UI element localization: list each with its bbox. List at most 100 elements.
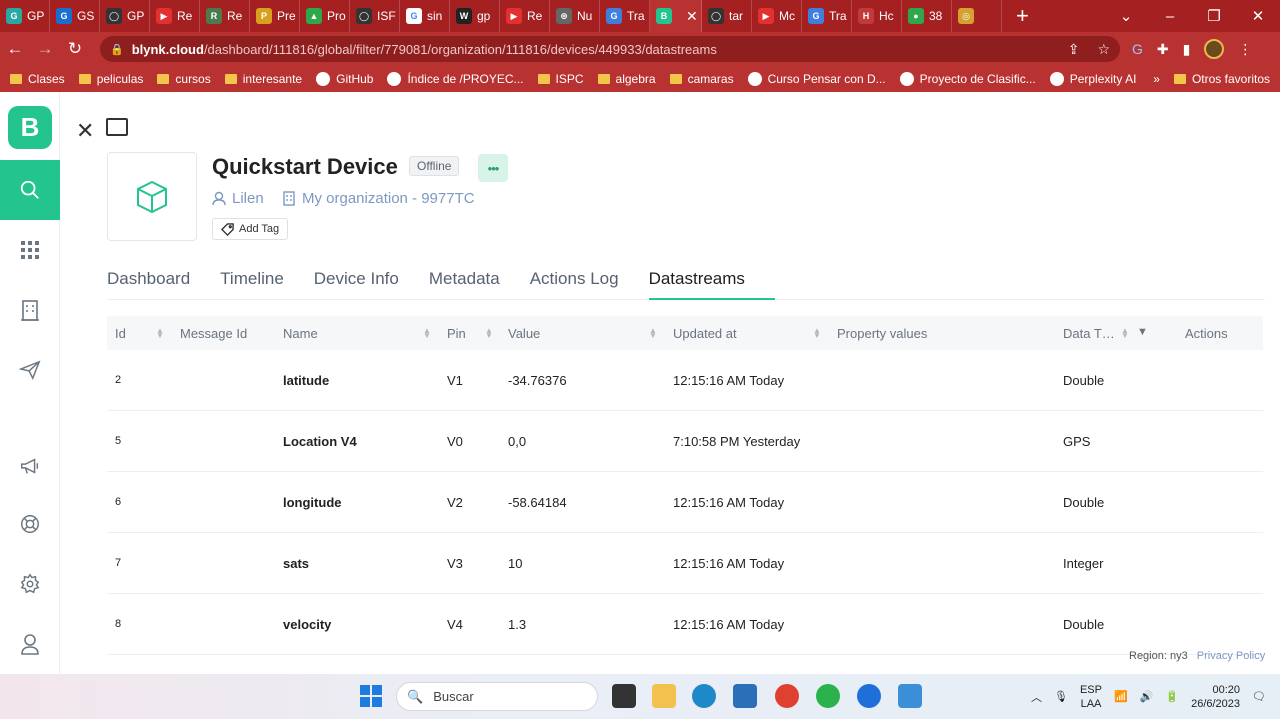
- owner-link[interactable]: Lilen: [212, 190, 264, 207]
- restore-button[interactable]: ❐: [1192, 7, 1236, 25]
- browser-tab[interactable]: ● 38: [902, 0, 952, 32]
- sort-icon[interactable]: ▲ ▼: [156, 327, 164, 340]
- bookmark-item[interactable]: Proyecto de Clasific...: [899, 72, 1036, 86]
- expand-icon[interactable]: [106, 118, 128, 136]
- photos-icon[interactable]: [898, 684, 922, 708]
- tab-search-icon[interactable]: ⌄: [1104, 7, 1148, 25]
- browser-tab[interactable]: B ✕: [650, 0, 702, 32]
- sidebar-item-help[interactable]: [0, 494, 60, 554]
- bookmark-item[interactable]: Clases: [10, 72, 65, 86]
- browser-tab[interactable]: G GS: [50, 0, 100, 32]
- bookmark-item[interactable]: cursos: [157, 72, 211, 86]
- browser-tab[interactable]: Wgp: [450, 0, 500, 32]
- browser-tab[interactable]: ▶ Mc: [752, 0, 802, 32]
- profile-avatar[interactable]: [1204, 39, 1225, 59]
- back-icon[interactable]: ←: [0, 39, 30, 59]
- close-tab-icon[interactable]: ✕: [686, 8, 698, 25]
- browser-tab[interactable]: ◯ ISF: [350, 0, 400, 32]
- more-options-button[interactable]: •••: [478, 154, 508, 182]
- browser-tab[interactable]: Gsin: [400, 0, 450, 32]
- terminal-app-icon[interactable]: [612, 684, 636, 708]
- battery-icon[interactable]: 🔋: [1165, 690, 1179, 703]
- clock[interactable]: 00:20 26/6/2023: [1191, 683, 1240, 711]
- bookmark-item[interactable]: interesante: [224, 72, 302, 86]
- bookmark-star-icon[interactable]: ☆: [1097, 41, 1110, 58]
- browser-tab[interactable]: G GP: [0, 0, 50, 32]
- chrome-icon[interactable]: [775, 684, 799, 708]
- address-bar[interactable]: 🔒 blynk.cloud/dashboard/111816/global/fi…: [100, 36, 1120, 62]
- sort-icon[interactable]: ▲ ▼: [649, 327, 657, 340]
- bookmark-item[interactable]: Índice de /PROYEC...: [387, 72, 524, 86]
- bookmark-item[interactable]: camaras: [669, 72, 734, 86]
- edge-icon[interactable]: [692, 684, 716, 708]
- browser-tab[interactable]: R Re: [200, 0, 250, 32]
- sidebar-item-messages[interactable]: [0, 340, 60, 400]
- browser-tab[interactable]: ◯ GP: [100, 0, 150, 32]
- column-header-message-id[interactable]: Message Id: [180, 326, 247, 341]
- sidebar-item-profile[interactable]: [0, 614, 60, 674]
- tab-metadata[interactable]: Metadata: [429, 264, 530, 299]
- bookmark-item[interactable]: Perplexity AI: [1049, 72, 1136, 86]
- organization-link[interactable]: My organization - 9977TC: [282, 190, 475, 207]
- share-icon[interactable]: ⇪: [1068, 41, 1080, 58]
- filter-icon[interactable]: ▼: [1137, 326, 1148, 338]
- puzzle-icon[interactable]: ✚: [1157, 41, 1169, 58]
- bookmark-item[interactable]: peliculas: [78, 72, 143, 86]
- close-window-button[interactable]: ✕: [1236, 7, 1280, 25]
- sidebar-item-announcements[interactable]: [0, 436, 60, 496]
- chevron-up-icon[interactable]: ︿: [1031, 689, 1042, 705]
- volume-icon[interactable]: 🔊: [1140, 690, 1154, 703]
- file-explorer-icon[interactable]: [652, 684, 676, 708]
- bluetooth-icon[interactable]: [857, 684, 881, 708]
- privacy-policy-link[interactable]: Privacy Policy: [1197, 650, 1265, 662]
- sort-icon[interactable]: ▲ ▼: [485, 327, 493, 340]
- sort-icon[interactable]: ▲ ▼: [813, 327, 821, 340]
- side-panel-icon[interactable]: ▮: [1183, 41, 1191, 58]
- column-header-pin[interactable]: Pin: [447, 326, 466, 341]
- column-header-property-values[interactable]: Property values: [837, 326, 927, 341]
- whatsapp-icon[interactable]: [816, 684, 840, 708]
- blynk-logo[interactable]: B: [8, 106, 52, 149]
- sort-icon[interactable]: ▲ ▼: [1121, 327, 1129, 340]
- column-header-id[interactable]: Id: [115, 326, 126, 341]
- notifications-icon[interactable]: 🗨: [1252, 690, 1266, 703]
- bookmark-item[interactable]: algebra: [597, 72, 656, 86]
- tab-datastreams[interactable]: Datastreams: [648, 264, 775, 300]
- forward-icon[interactable]: →: [30, 39, 60, 59]
- bookmark-item[interactable]: GitHub: [316, 72, 373, 86]
- add-tag-button[interactable]: Add Tag: [212, 218, 289, 240]
- taskbar-search[interactable]: 🔍 Buscar: [396, 682, 598, 711]
- bookmark-item[interactable]: ISPC: [537, 72, 584, 86]
- tab-device-info[interactable]: Device Info: [314, 264, 429, 299]
- tab-actions-log[interactable]: Actions Log: [530, 264, 649, 299]
- column-header-name[interactable]: Name: [283, 326, 318, 341]
- browser-tab[interactable]: P Pre: [250, 0, 300, 32]
- lock-icon[interactable]: 🔒: [110, 43, 124, 56]
- other-bookmarks[interactable]: Otros favoritos: [1173, 72, 1270, 86]
- browser-tab[interactable]: H Hc: [852, 0, 902, 32]
- microphone-icon[interactable]: 🎙: [1054, 690, 1068, 703]
- browser-tab[interactable]: ▶ Re: [500, 0, 550, 32]
- sort-icon[interactable]: ▲ ▼: [423, 327, 431, 340]
- sidebar-item-devices[interactable]: [0, 220, 60, 280]
- wifi-icon[interactable]: 📶: [1114, 690, 1128, 703]
- menu-kebab-icon[interactable]: ⋮: [1238, 41, 1252, 58]
- browser-tab[interactable]: G Tra: [802, 0, 852, 32]
- browser-tab[interactable]: G Tra: [600, 0, 650, 32]
- new-tab-button[interactable]: +: [1016, 3, 1036, 29]
- browser-tab[interactable]: ⊛ Nu: [550, 0, 600, 32]
- table-row[interactable]: 8 velocity V4 1.3 12:15:16 AM Today Double: [107, 594, 1263, 655]
- reload-icon[interactable]: ↻: [60, 39, 90, 59]
- sidebar-item-organizations[interactable]: [0, 280, 60, 340]
- sidebar-item-search[interactable]: [0, 160, 60, 220]
- tab-timeline[interactable]: Timeline: [220, 264, 314, 299]
- browser-tab[interactable]: ◯ tar: [702, 0, 752, 32]
- table-row[interactable]: 7 sats V3 10 12:15:16 AM Today Integer: [107, 533, 1263, 594]
- translate-extension-icon[interactable]: G: [1132, 41, 1143, 57]
- browser-tab[interactable]: ◎: [952, 0, 1002, 32]
- minimize-button[interactable]: –: [1148, 8, 1192, 25]
- windows-start-icon[interactable]: [360, 685, 382, 707]
- browser-tab[interactable]: ▲ Pro: [300, 0, 350, 32]
- bookmarks-overflow[interactable]: »: [1153, 72, 1160, 86]
- tab-dashboard[interactable]: Dashboard: [107, 264, 220, 299]
